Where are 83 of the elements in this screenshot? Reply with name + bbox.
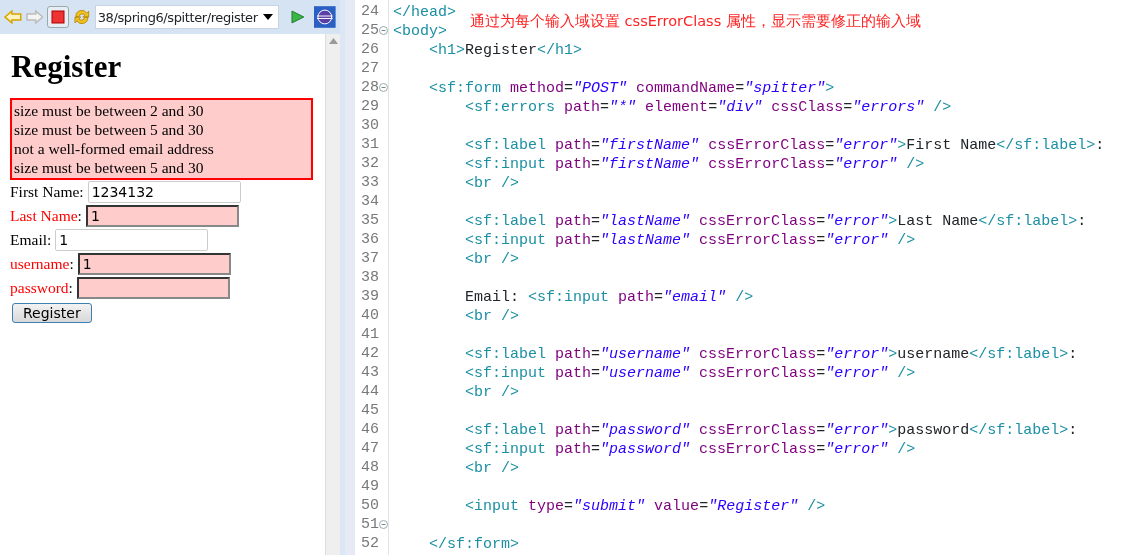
line-number: 45 [360, 401, 379, 420]
input-field[interactable] [76, 277, 230, 300]
code-line: Email: <sf:input path="email" /> [464, 288, 754, 307]
code-line: </head> [393, 3, 457, 22]
code-line: <h1>Register</h1> [428, 41, 583, 60]
line-number: 35 [360, 211, 379, 230]
scrollbar[interactable] [325, 34, 340, 555]
line-number: 33 [360, 173, 379, 192]
code-line: <sf:input path="lastName" cssErrorClass="error" /> [464, 231, 916, 250]
dropdown-caret-icon[interactable] [262, 14, 273, 20]
line-number: 34 [360, 192, 379, 211]
go-icon[interactable] [290, 10, 305, 24]
address-field[interactable]: 38/spring6/spitter/register [94, 5, 279, 29]
register-button[interactable]: Register [12, 303, 92, 324]
code-line: <sf:label path="firstName" cssErrorClass="error">First Name</sf:label>: [464, 136, 1105, 155]
line-number: 39 [360, 287, 379, 306]
code-line: <sf:label path="password" cssErrorClass="error">password</sf:label>: [464, 421, 1078, 440]
line-number: 24 [360, 2, 379, 21]
page-heading: Register [11, 50, 123, 85]
error-message: not a well-formed email address [14, 139, 215, 159]
label-colon: : [79, 182, 84, 203]
code-line: <br /> [464, 250, 520, 269]
line-number: 30 [360, 116, 379, 135]
error-message: size must be between 2 and 30 [14, 101, 205, 121]
code-line: <sf:label path="lastName" cssErrorClass="error">Last Name</sf:label>: [464, 212, 1087, 231]
code-line: <sf:input path="password" cssErrorClass="error" /> [464, 440, 916, 459]
code-line: <sf:label path="username" cssErrorClass="error">username</sf:label>: [464, 345, 1078, 364]
code-line: <br /> [464, 307, 520, 326]
input-field[interactable]: 1 [77, 253, 231, 276]
field-label: username [10, 254, 70, 275]
line-number: 40 [360, 306, 379, 325]
code-line: <input type="submit" value="Register" /> [464, 497, 826, 516]
fold-icon[interactable] [379, 26, 388, 35]
line-number: 47 [360, 439, 379, 458]
line-number: 38 [360, 268, 379, 287]
input-field[interactable]: 1 [55, 229, 209, 252]
fold-icon[interactable] [379, 520, 388, 529]
line-number: 25 [360, 21, 379, 40]
line-number: 50 [360, 496, 379, 515]
line-number: 48 [360, 458, 379, 477]
fold-icon[interactable] [379, 83, 388, 92]
label-colon: : [68, 278, 73, 299]
field-label: Last Name [10, 206, 78, 227]
annotation-text: 通过为每个输入域设置 cssErrorClass 属性，显示需要修正的输入域 [470, 12, 921, 31]
line-number: 44 [360, 382, 379, 401]
code-line: <sf:input path="username" cssErrorClass="error" /> [464, 364, 916, 383]
line-number: 27 [360, 59, 379, 78]
label-colon: : [69, 254, 74, 275]
code-line: <br /> [464, 174, 520, 193]
line-number: 37 [360, 249, 379, 268]
line-number: 41 [360, 325, 379, 344]
line-number: 28 [360, 78, 379, 97]
input-field[interactable]: 1234132 [87, 181, 241, 204]
field-label: password [10, 278, 69, 299]
stop-button[interactable] [47, 6, 69, 28]
line-number: 32 [360, 154, 379, 173]
line-number: 42 [360, 344, 379, 363]
scroll-up-icon[interactable] [328, 38, 338, 44]
label-colon: : [47, 230, 52, 251]
line-number: 26 [360, 40, 379, 59]
line-number: 29 [360, 97, 379, 116]
refresh-icon[interactable] [73, 8, 91, 26]
line-number: 52 [360, 534, 379, 553]
code-line: <br /> [464, 383, 520, 402]
code-line: </sf:form> [428, 535, 520, 554]
line-number: 46 [360, 420, 379, 439]
back-arrow-icon[interactable] [4, 9, 22, 25]
line-number: 31 [360, 135, 379, 154]
line-number: 51 [360, 515, 379, 534]
field-label: First Name [10, 182, 80, 203]
code-line: <sf:input path="firstName" cssErrorClass="error" /> [464, 155, 925, 174]
label-colon: : [77, 206, 82, 227]
code-line: <sf:errors path="*" element="div" cssClass="errors" /> [464, 98, 952, 117]
input-field[interactable]: 1 [85, 205, 239, 228]
error-message: size must be between 5 and 30 [14, 158, 205, 178]
globe-icon[interactable] [314, 6, 336, 28]
code-line: <sf:form method="POST" commandName="spitter"> [428, 79, 835, 98]
line-number: 43 [360, 363, 379, 382]
line-number: 36 [360, 230, 379, 249]
error-message: size must be between 5 and 30 [14, 120, 205, 140]
line-number: 49 [360, 477, 379, 496]
code-line: <body> [393, 22, 448, 41]
code-line: <br /> [464, 459, 520, 478]
